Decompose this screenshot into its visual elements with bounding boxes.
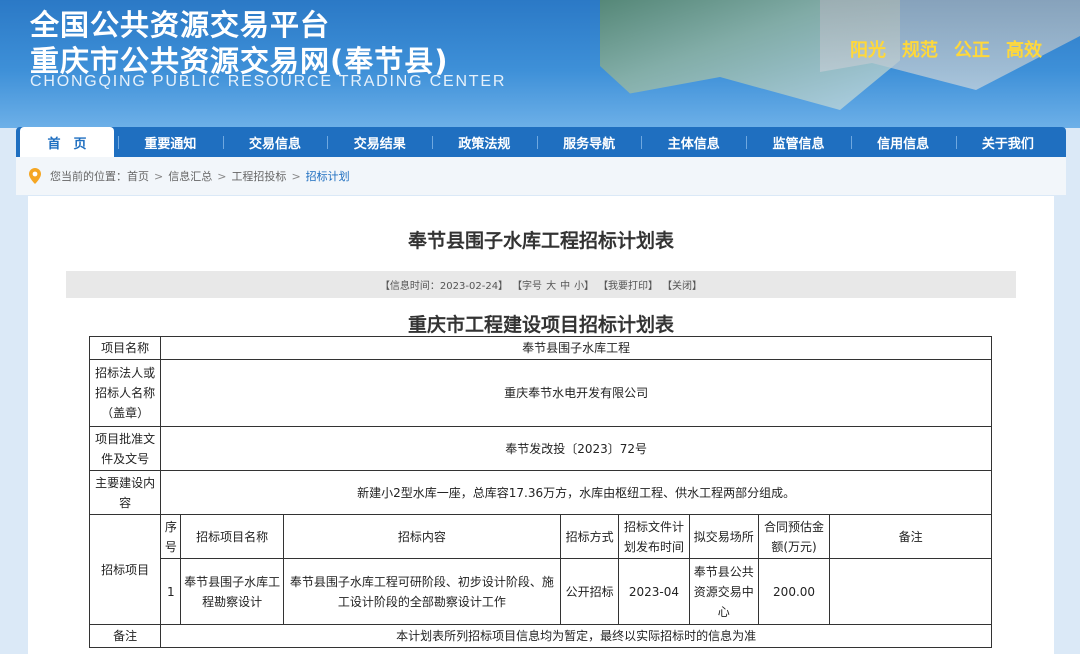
nav-item-service-guide[interactable]: 服务导航	[536, 127, 642, 157]
article-time: 【信息时间：2023-02-24】	[379, 281, 509, 292]
row-item-place: 奉节县公共资源交易中心	[688, 558, 759, 625]
items-label: 招标项目	[88, 514, 162, 625]
approval-label: 项目批准文件及文号	[88, 426, 162, 471]
table-row: 备注 本计划表所列招标项目信息均为暂定，最终以实际招标时的信息为准	[88, 624, 992, 648]
font-size-small-link[interactable]: 小】	[574, 277, 594, 292]
row-item-time: 2023-04	[618, 558, 690, 625]
column-header: 合同预估金额(万元)	[757, 514, 831, 559]
bidding-plan-table: 项目名称 奉节县围子水库工程 招标法人或招标人名称（盖章） 重庆奉节水电开发有限…	[88, 336, 992, 648]
article-meta-bar: 【信息时间：2023-02-24】 【字号 大 中 小】 【我要打印】 【关闭】	[66, 271, 1016, 298]
breadcrumb-prefix: 您当前的位置：	[50, 170, 127, 183]
nav-item-about[interactable]: 关于我们	[955, 127, 1061, 157]
breadcrumb: 您当前的位置： 首页 > 信息汇总 > 工程招投标 > 招标计划	[16, 157, 1066, 195]
main-nav: 首 页 重要通知 交易信息 交易结果 政策法规 服务导航 主体信息 监管信息 信…	[16, 127, 1066, 157]
content-panel: 奉节县围子水库工程招标计划表 【信息时间：2023-02-24】 【字号 大 中…	[28, 196, 1054, 654]
breadcrumb-item-current[interactable]: 招标计划	[306, 168, 350, 184]
column-header: 招标方式	[560, 514, 620, 559]
breadcrumb-item-home[interactable]: 首页	[127, 168, 149, 184]
site-title-en: CHONGQING PUBLIC RESOURCE TRADING CENTER	[30, 73, 507, 90]
slogan: 规范	[902, 40, 938, 61]
table-row: 项目批准文件及文号 奉节发改投〔2023〕72号	[88, 426, 992, 471]
nav-item-policies[interactable]: 政策法规	[432, 127, 537, 157]
column-header: 拟交易场所	[688, 514, 759, 559]
table-row: 项目名称 奉节县围子水库工程	[88, 336, 992, 360]
row-item-amount: 200.00	[757, 558, 831, 625]
project-name-label: 项目名称	[88, 336, 162, 360]
tenderer-label: 招标法人或招标人名称（盖章）	[88, 359, 162, 427]
font-size-medium-link[interactable]: 中	[560, 277, 570, 292]
table-row: 1 奉节县围子水库工程勘察设计 奉节县围子水库工程可研阶段、初步设计阶段、施工设…	[90, 558, 992, 625]
header-banner: 全国公共资源交易平台 重庆市公共资源交易网(奉节县) CHONGQING PUB…	[0, 0, 1080, 128]
note-value: 本计划表所列招标项目信息均为暂定，最终以实际招标时的信息为准	[160, 624, 992, 648]
row-number: 1	[160, 558, 182, 625]
location-pin-icon	[29, 168, 41, 184]
table-header-row: 招标项目 序号 招标项目名称 招标内容 招标方式 招标文件计划发布时间 拟交易场…	[88, 514, 992, 625]
nav-item-trade-results[interactable]: 交易结果	[327, 127, 432, 157]
slogan: 阳光	[850, 40, 886, 61]
slogans: 阳光 规范 公正 高效	[850, 36, 1042, 62]
breadcrumb-item-bidding[interactable]: 工程招投标	[231, 168, 286, 184]
row-item-remark	[829, 558, 992, 625]
font-size-large-link[interactable]: 大	[546, 277, 556, 292]
close-link[interactable]: 【关闭】	[662, 277, 702, 292]
tenderer-value: 重庆奉节水电开发有限公司	[160, 359, 992, 427]
breadcrumb-separator: >	[291, 169, 301, 183]
slogan: 公正	[954, 40, 990, 61]
column-header: 招标文件计划发布时间	[618, 514, 690, 559]
column-header: 招标项目名称	[180, 514, 284, 559]
font-size-label: 【字号	[512, 281, 543, 292]
approval-value: 奉节发改投〔2023〕72号	[160, 426, 992, 471]
table-title: 重庆市工程建设项目招标计划表	[407, 314, 674, 336]
article-title: 奉节县围子水库工程招标计划表	[407, 230, 674, 252]
note-label: 备注	[88, 624, 162, 648]
slogan: 高效	[1006, 40, 1042, 61]
row-item-content: 奉节县围子水库工程可研阶段、初步设计阶段、施工设计阶段的全部勘察设计工作	[282, 558, 562, 625]
table-row: 招标法人或招标人名称（盖章） 重庆奉节水电开发有限公司	[88, 359, 992, 427]
breadcrumb-separator: >	[217, 169, 227, 183]
nav-item-trade-info[interactable]: 交易信息	[222, 127, 328, 157]
nav-item-credit[interactable]: 信用信息	[850, 127, 956, 157]
row-item-method: 公开招标	[560, 558, 620, 625]
row-item-name: 奉节县围子水库工程勘察设计	[180, 558, 284, 625]
breadcrumb-item-summary[interactable]: 信息汇总	[168, 168, 212, 184]
column-header: 备注	[829, 514, 992, 559]
breadcrumb-separator: >	[154, 169, 164, 183]
column-header: 招标内容	[282, 514, 562, 559]
print-link[interactable]: 【我要打印】	[598, 277, 658, 292]
nav-item-supervision[interactable]: 监管信息	[746, 127, 851, 157]
nav-item-home[interactable]: 首 页	[20, 127, 114, 157]
content-label: 主要建设内容	[88, 470, 162, 515]
nav-item-notices[interactable]: 重要通知	[118, 127, 223, 157]
column-header: 序号	[160, 514, 182, 559]
table-row: 主要建设内容 新建小2型水库一座，总库容17.36万方，水库由枢纽工程、供水工程…	[88, 470, 992, 515]
project-name-value: 奉节县围子水库工程	[160, 336, 992, 360]
content-value: 新建小2型水库一座，总库容17.36万方，水库由枢纽工程、供水工程两部分组成。	[160, 470, 992, 515]
nav-item-entity-info[interactable]: 主体信息	[641, 127, 746, 157]
